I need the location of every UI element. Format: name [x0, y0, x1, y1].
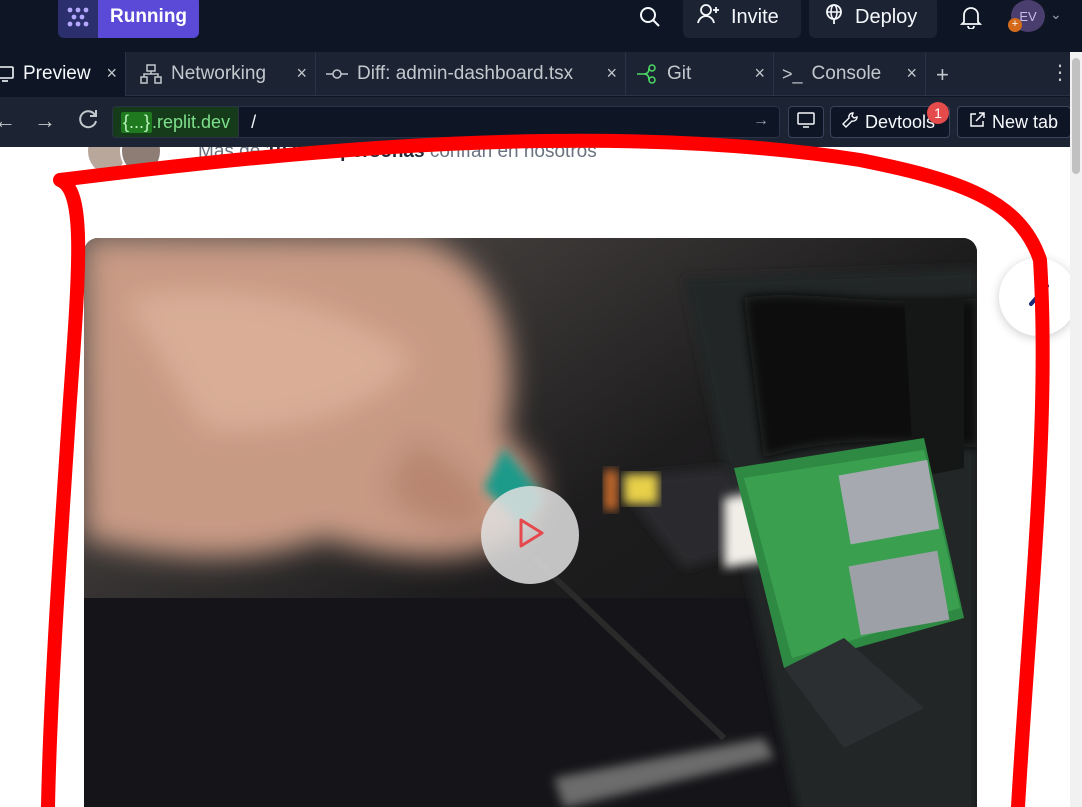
invite-label: Invite — [731, 5, 779, 28]
monitor-icon — [797, 111, 815, 134]
pencil-icon — [1025, 282, 1051, 313]
scrollbar[interactable] — [1070, 52, 1082, 807]
go-arrow-icon[interactable]: → — [753, 112, 769, 130]
trust-count: 10,000+ personas — [265, 147, 425, 162]
close-icon[interactable]: × — [106, 63, 117, 84]
trust-suffix: confían en nosotros — [424, 147, 597, 162]
add-tab-button[interactable]: + — [936, 62, 949, 88]
play-button[interactable] — [481, 486, 579, 584]
forward-arrow-icon[interactable]: → — [34, 108, 56, 134]
close-icon[interactable]: × — [606, 63, 617, 84]
newtab-label: New tab — [992, 111, 1059, 132]
tab-git[interactable]: Git × — [626, 52, 774, 96]
back-arrow-icon[interactable]: ← — [0, 108, 16, 134]
edit-fab-button[interactable] — [999, 258, 1070, 336]
avatar-status-badge: + — [1008, 18, 1022, 32]
tab-label: Preview — [23, 63, 91, 84]
tab-label: Git — [667, 63, 692, 84]
run-button[interactable]: Running — [58, 0, 199, 38]
screen-size-button[interactable] — [788, 106, 824, 138]
more-vertical-icon[interactable]: ⋮ — [1050, 60, 1070, 85]
trust-prefix: Más de — [198, 147, 266, 162]
commit-icon — [326, 67, 348, 81]
monitor-icon — [0, 65, 14, 83]
workspace-header: Running Invite Deploy EV + ⌄ — [0, 0, 1082, 50]
tab-label: Networking — [171, 63, 267, 84]
globe-icon — [823, 3, 845, 31]
wrench-icon — [841, 111, 859, 134]
url-path[interactable]: / — [251, 112, 256, 133]
terminal-icon: >_ — [782, 63, 803, 84]
scrollbar-thumb[interactable] — [1072, 58, 1080, 174]
social-proof-text: Más de 10,000+ personas confían en nosot… — [198, 147, 597, 163]
git-branch-icon — [636, 63, 658, 85]
invite-button[interactable]: Invite — [683, 0, 801, 38]
avatar — [120, 147, 162, 175]
chevron-down-icon[interactable]: ⌄ — [1050, 6, 1062, 23]
search-icon[interactable] — [634, 2, 666, 32]
run-label: Running — [98, 0, 199, 38]
open-new-tab-button[interactable]: New tab — [957, 106, 1071, 138]
add-user-icon — [697, 3, 721, 31]
preview-page: Más de 10,000+ personas confían en nosot… — [0, 147, 1070, 807]
tab-console[interactable]: >_ Console × — [774, 52, 926, 96]
pane-tab-bar: Preview × Networking × Diff: admin-dashb… — [0, 52, 1082, 96]
network-icon — [140, 64, 162, 84]
reload-icon[interactable] — [76, 107, 100, 137]
url-field[interactable]: {...} .replit.dev / → — [112, 106, 780, 138]
video-player[interactable] — [84, 238, 977, 807]
devtools-error-badge: 1 — [927, 102, 949, 124]
bell-icon[interactable] — [956, 2, 986, 32]
replit-logo-icon — [58, 0, 98, 38]
deploy-button[interactable]: Deploy — [809, 0, 937, 38]
preview-address-bar: ← → {...} .replit.dev / → Devtools New t… — [0, 97, 1082, 147]
close-icon[interactable]: × — [754, 63, 765, 84]
tab-label: Console — [811, 63, 882, 84]
url-host-suffix: .replit.dev — [152, 111, 231, 132]
close-icon[interactable]: × — [296, 63, 307, 84]
play-icon — [515, 517, 545, 554]
external-link-icon — [968, 111, 986, 134]
close-icon[interactable]: × — [906, 63, 917, 84]
tab-preview[interactable]: Preview × — [0, 52, 126, 96]
deploy-label: Deploy — [855, 5, 918, 28]
url-host: {...} .replit.dev — [113, 107, 240, 137]
tab-networking[interactable]: Networking × — [126, 52, 316, 96]
customer-avatars — [86, 147, 162, 175]
devtools-label: Devtools — [865, 111, 936, 132]
tab-diff-admin-dashboard[interactable]: Diff: admin-dashboard.tsx × — [316, 52, 626, 96]
url-host-brace: {...} — [121, 111, 153, 133]
tab-label: Diff: admin-dashboard.tsx — [357, 63, 574, 84]
